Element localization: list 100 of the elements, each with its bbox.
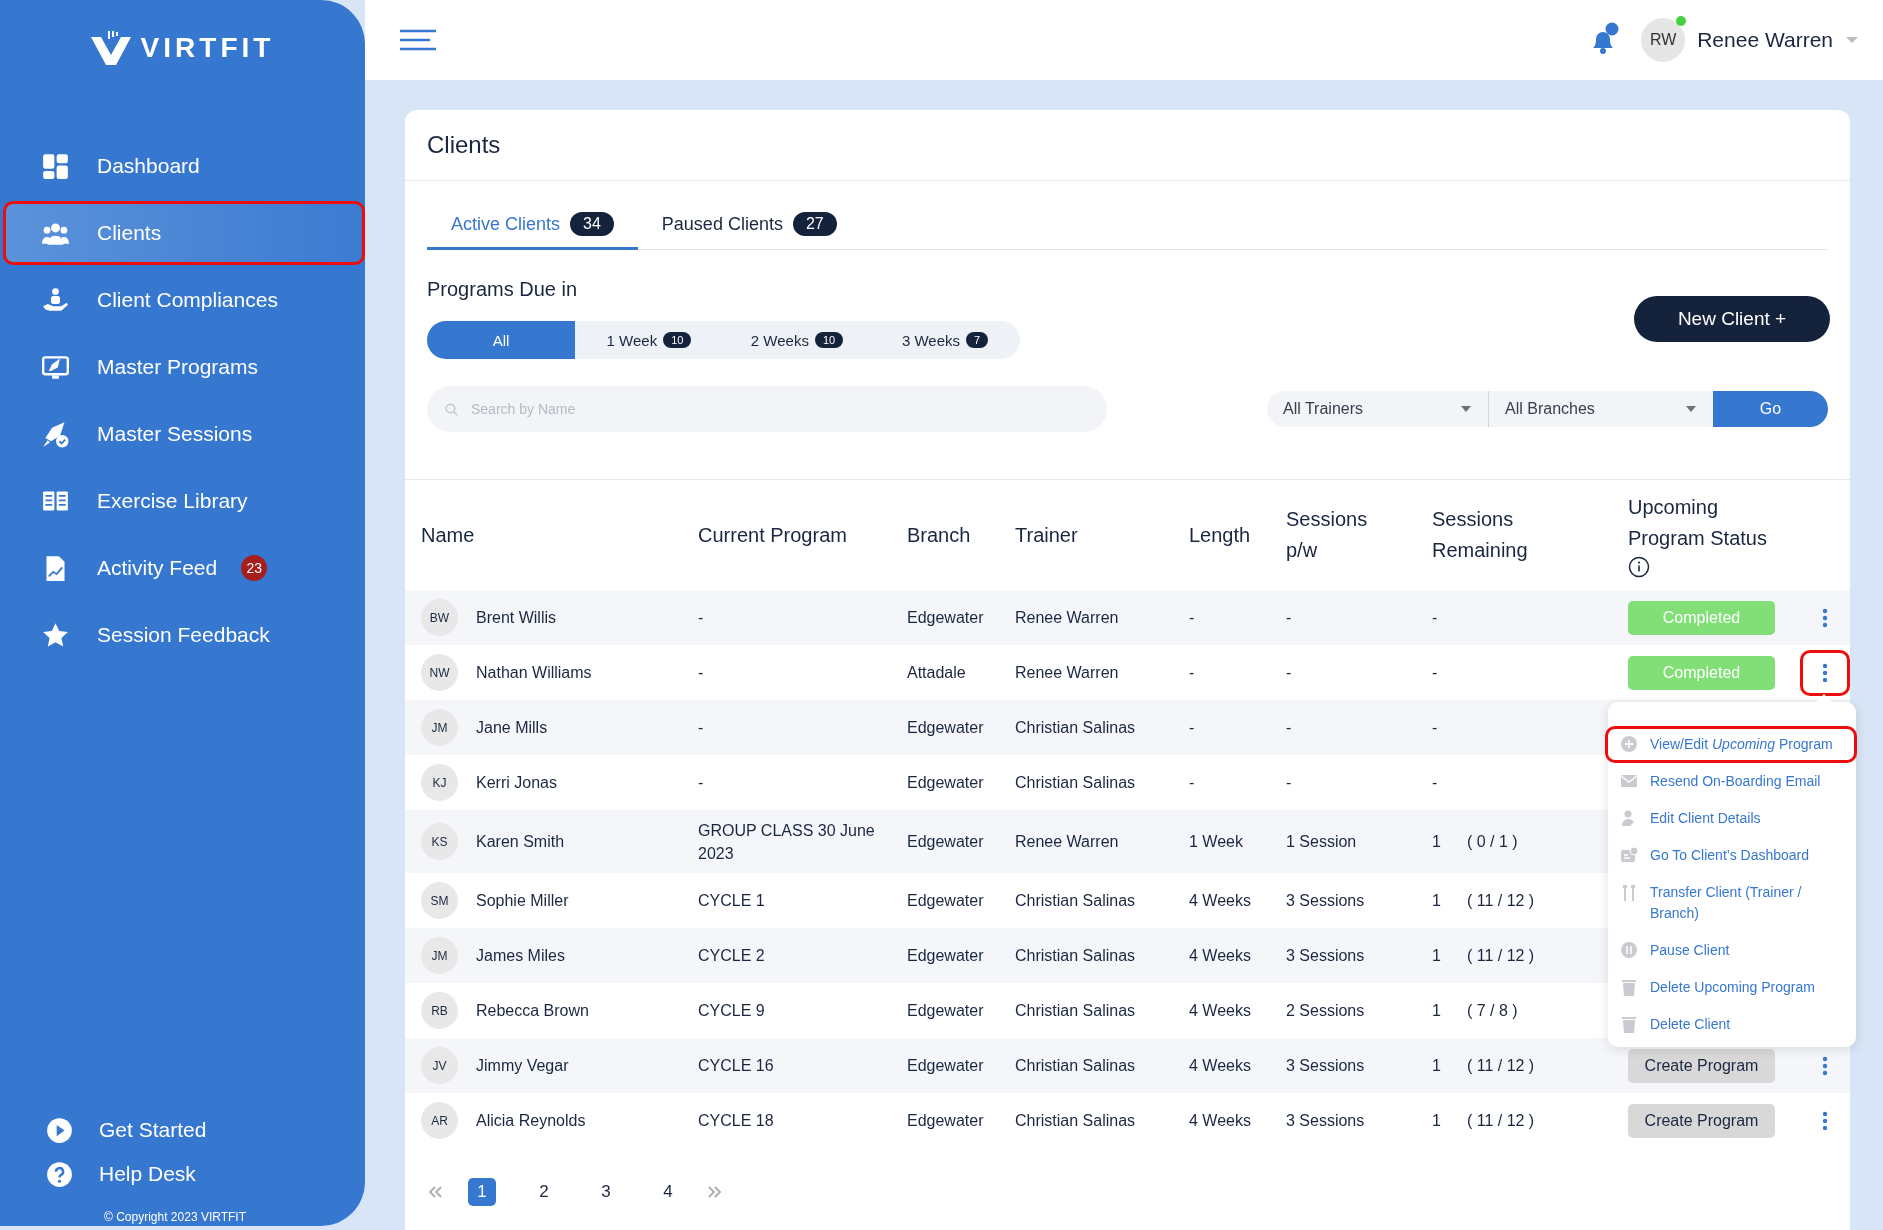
avatar: AR xyxy=(421,1102,458,1139)
client-name[interactable]: Brent Willis xyxy=(476,608,556,627)
footer-link[interactable]: Get Started xyxy=(0,1108,365,1152)
branch-dropdown[interactable]: All Branches xyxy=(1489,391,1713,427)
user-name[interactable]: Renee Warren xyxy=(1697,28,1833,52)
menu-icon[interactable] xyxy=(399,29,437,51)
table-cell: ( 11 / 12 ) xyxy=(1466,946,1535,965)
table-cell-text: 4 Weeks xyxy=(1188,1111,1252,1130)
search-field[interactable]: Search by Name xyxy=(427,386,1107,432)
column-header: Trainer xyxy=(1014,522,1079,548)
table-cell-text: 3 Sessions xyxy=(1285,891,1366,910)
kebab-icon xyxy=(1822,1055,1828,1076)
sidebar-item[interactable]: Session Feedback xyxy=(3,603,365,667)
kebab-icon xyxy=(1822,1110,1828,1131)
client-name[interactable]: Jane Mills xyxy=(476,718,548,737)
new-client-button[interactable]: New Client + xyxy=(1634,295,1830,342)
pill-label: 2 Weeks xyxy=(750,331,809,349)
table-cell-text: Renee Warren xyxy=(1014,832,1120,851)
table-cell-text: Renee Warren xyxy=(1014,663,1120,682)
filter-pill[interactable]: All xyxy=(427,321,575,359)
avatar: KJ xyxy=(421,764,458,801)
client-name[interactable]: Rebecca Brown xyxy=(476,1001,589,1020)
table-cell-text: - xyxy=(697,608,705,628)
create-program-button[interactable]: Create Program xyxy=(1628,1048,1775,1083)
avatar: RB xyxy=(421,992,458,1029)
more-options-button[interactable] xyxy=(1800,649,1850,696)
footer-link[interactable]: Help Desk xyxy=(0,1152,365,1196)
trash-icon xyxy=(1620,977,1638,996)
table-cell-text: CYCLE 16 xyxy=(697,1056,775,1076)
create-program-button[interactable]: Create Program xyxy=(1628,1103,1775,1138)
sidebar-item[interactable]: Master Programs xyxy=(3,335,365,399)
page-button[interactable]: 4 xyxy=(654,1178,682,1206)
sidebar-item[interactable]: Exercise Library xyxy=(3,469,365,533)
menu-item[interactable]: Delete Client xyxy=(1605,1005,1857,1043)
table-cell: ( 7 / 8 ) xyxy=(1466,1001,1518,1020)
client-name[interactable]: Nathan Williams xyxy=(476,663,592,682)
sidebar-item[interactable]: Activity Feed 23 xyxy=(3,536,365,600)
menu-item[interactable]: Transfer Client (Trainer / Branch) xyxy=(1605,873,1857,932)
menu-item[interactable]: Go To Client’s Dashboard xyxy=(1605,836,1857,874)
client-name[interactable]: Kerri Jonas xyxy=(476,773,557,792)
menu-item[interactable]: Pause Client xyxy=(1605,931,1857,969)
table-cell-text: Attadale xyxy=(906,663,967,682)
menu-item[interactable]: Resend On-Boarding Email xyxy=(1605,762,1857,800)
menu-item[interactable]: Edit Client Details xyxy=(1605,799,1857,837)
filter-pill[interactable]: 3 Weeks 7 xyxy=(871,321,1019,359)
sidebar-item[interactable]: Dashboard xyxy=(3,134,365,198)
client-name[interactable]: Karen Smith xyxy=(476,832,565,851)
page-button[interactable]: 2 xyxy=(530,1178,558,1206)
table-cell-text: Edgewater xyxy=(906,1111,985,1130)
trash-icon xyxy=(1620,1014,1638,1033)
table-cell: - xyxy=(1432,718,1438,737)
table-cell: - xyxy=(1432,608,1438,627)
table-cell-text: Edgewater xyxy=(906,946,985,965)
client-name[interactable]: Jimmy Vegar xyxy=(476,1056,569,1075)
caret-icon xyxy=(1460,405,1472,413)
trainer-dropdown[interactable]: All Trainers xyxy=(1267,391,1489,427)
last-page-icon[interactable] xyxy=(707,1185,723,1199)
tab[interactable]: Paused Clients 27 xyxy=(637,201,861,250)
sidebar-item[interactable]: Master Sessions xyxy=(3,402,365,466)
caret-icon[interactable] xyxy=(1845,35,1859,45)
table-cell-text: - xyxy=(1188,773,1196,792)
page-button[interactable]: 3 xyxy=(592,1178,620,1206)
table-cell-text: Edgewater xyxy=(906,773,985,792)
client-name[interactable]: Alicia Reynolds xyxy=(476,1111,586,1130)
menu-item[interactable]: View/Edit Upcoming Program xyxy=(1605,725,1857,763)
table-cell: ( 11 / 12 ) xyxy=(1466,891,1535,910)
table-cell-text: 4 Weeks xyxy=(1188,1001,1252,1020)
go-button[interactable]: Go xyxy=(1713,391,1828,427)
pill-label: 3 Weeks xyxy=(901,331,960,349)
dashboard-icon xyxy=(42,152,69,180)
table-cell-text: CYCLE 1 xyxy=(697,891,766,911)
table-cell-text: Christian Salinas xyxy=(1014,1056,1137,1075)
tab-label: Active Clients xyxy=(451,213,561,235)
table-cell-text: CYCLE 9 xyxy=(697,1001,766,1021)
star-icon xyxy=(42,621,69,649)
table-cell-text: Edgewater xyxy=(906,832,985,851)
table-cell-text: Christian Salinas xyxy=(1014,1001,1137,1020)
page-button[interactable]: 1 xyxy=(468,1178,496,1206)
user-avatar[interactable]: RW xyxy=(1641,18,1686,62)
client-name[interactable]: James Miles xyxy=(476,946,565,965)
hand-person-icon xyxy=(42,286,69,314)
logo-text: VIRTFIT xyxy=(140,32,275,64)
sidebar-item[interactable]: Clients xyxy=(3,201,365,265)
first-page-icon[interactable] xyxy=(427,1185,443,1199)
filter-pill[interactable]: 2 Weeks 10 xyxy=(723,321,871,359)
filter-pill[interactable]: 1 Week 10 xyxy=(575,321,723,359)
table-cell: 1 xyxy=(1432,1056,1441,1075)
table-cell: - xyxy=(1432,773,1438,792)
info-icon[interactable] xyxy=(1628,556,1650,578)
table-cell: - xyxy=(1432,663,1438,682)
sidebar-item[interactable]: Client Compliances xyxy=(3,268,365,332)
client-name[interactable]: Sophie Miller xyxy=(476,891,569,910)
table-cell-text: 1 Week xyxy=(1188,832,1244,851)
count-badge: 10 xyxy=(663,332,692,348)
menu-item[interactable]: Delete Upcoming Program xyxy=(1605,968,1857,1006)
kebab-icon xyxy=(1822,607,1828,628)
tab[interactable]: Active Clients 34 xyxy=(427,201,638,250)
table-cell-text: CYCLE 18 xyxy=(697,1111,775,1131)
table-cell-text: - xyxy=(697,718,705,738)
table-cell-text: 4 Weeks xyxy=(1188,1056,1252,1075)
